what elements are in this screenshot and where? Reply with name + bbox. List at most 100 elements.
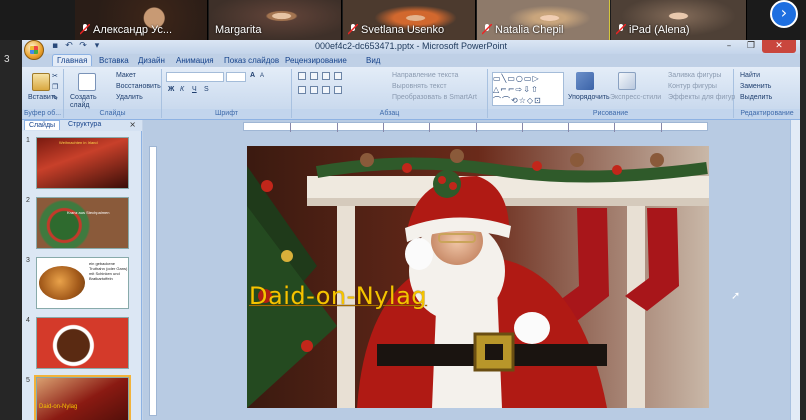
slide-thumbnail-1[interactable]: Weihnachten in Irland xyxy=(36,137,129,189)
slide-title-text[interactable]: Daid-on-Nylag xyxy=(249,282,427,310)
group-paragraph: Направление текста Выровнять текст Преоб… xyxy=(292,69,488,118)
ribbon-tabs: Главная Вставка Дизайн Анимация Показ сл… xyxy=(22,54,800,67)
group-label: Буфер об... xyxy=(22,109,63,118)
decrease-indent-icon[interactable] xyxy=(322,72,330,80)
quick-styles-button[interactable]: Экспресс-стили xyxy=(610,94,661,101)
participant-tile-speaking[interactable]: Natalia Chepil xyxy=(477,0,610,40)
window-controls: – ❐ ✕ xyxy=(718,40,796,53)
new-slide-button[interactable]: Создать слайд xyxy=(70,94,110,110)
align-right-icon[interactable] xyxy=(322,86,330,94)
slide-number: 3 xyxy=(26,257,30,264)
tab-outline[interactable]: Структура xyxy=(64,120,105,129)
grow-font-button[interactable]: A xyxy=(250,72,255,79)
tab-home[interactable]: Главная xyxy=(52,54,93,66)
align-left-icon[interactable] xyxy=(298,86,306,94)
underline-button[interactable]: Ч xyxy=(192,86,197,93)
bold-button[interactable]: Ж xyxy=(168,86,174,93)
slide-thumbnail-5[interactable]: Daid-on-Nylag xyxy=(34,375,131,420)
italic-button[interactable]: К xyxy=(180,86,184,93)
slide-thumbnail-3[interactable]: ein gebackene Truthahn (oder Gans) mit S… xyxy=(36,257,129,309)
zoom-participant-strip: Александр Ус... Margarita Svetlana Usenk… xyxy=(0,0,806,40)
pane-close-icon[interactable]: × xyxy=(129,120,136,129)
tab-slideshow[interactable]: Показ слайдов xyxy=(220,55,283,66)
arrange-icon[interactable] xyxy=(576,72,594,90)
arrange-button[interactable]: Упорядочить xyxy=(568,94,610,101)
tab-view[interactable]: Вид xyxy=(362,55,384,66)
screen: Александр Ус... Margarita Svetlana Usenk… xyxy=(0,0,806,420)
tab-slides[interactable]: Слайды xyxy=(24,120,61,130)
justify-icon[interactable] xyxy=(334,86,342,94)
delete-button[interactable]: Удалить xyxy=(116,94,143,101)
bullets-icon[interactable] xyxy=(298,72,306,80)
text-direction-button[interactable]: Направление текста xyxy=(392,72,458,79)
format-painter-icon[interactable]: ✎ xyxy=(52,94,58,102)
participant-tile[interactable]: Margarita xyxy=(209,0,342,40)
font-size-combo[interactable] xyxy=(226,72,246,82)
title-bar: ▪ ↶ ↷ ▾ 000ef4c2-dc653471.pptx - Microso… xyxy=(22,40,800,60)
find-button[interactable]: Найти xyxy=(740,72,760,79)
slide-number: 1 xyxy=(26,137,30,144)
align-text-button[interactable]: Выровнять текст xyxy=(392,83,447,90)
vertical-scrollbar[interactable] xyxy=(790,120,800,420)
ribbon: Вставить ✂ ❐ ✎ Буфер об... Создать слайд… xyxy=(22,67,800,120)
reset-button[interactable]: Восстановить xyxy=(116,83,161,90)
shapes-gallery[interactable]: ▭╲▭○▭▷ △⌐⌐⇨⇩⇧ ⌒⌒⟲☆◇⊡ xyxy=(492,72,564,106)
slide-thumbnail-4[interactable] xyxy=(36,317,129,369)
slides-pane: 1 Weihnachten in Irland 2 Kranz aus Stec… xyxy=(22,131,142,420)
share-right-margin xyxy=(800,40,806,420)
next-participants-button[interactable]: › xyxy=(770,0,798,28)
increase-indent-icon[interactable] xyxy=(334,72,342,80)
participant-name: Svetlana Usenko xyxy=(361,24,445,36)
group-label: Шрифт xyxy=(162,109,291,118)
replace-button[interactable]: Заменить xyxy=(740,83,771,90)
copy-icon[interactable]: ❐ xyxy=(52,83,58,91)
strikethrough-button[interactable]: S xyxy=(204,86,209,93)
slide-thumbnail-2[interactable]: Kranz aus Stechpalmen xyxy=(36,197,129,249)
group-label: Редактирование xyxy=(734,109,800,118)
shape-effects-button[interactable]: Эффекты для фигур xyxy=(668,94,735,101)
maximize-button[interactable]: ❐ xyxy=(740,40,762,53)
tab-insert[interactable]: Вставка xyxy=(95,55,133,66)
tab-review[interactable]: Рецензирование xyxy=(281,55,351,66)
mouse-cursor-icon: ➚ xyxy=(731,289,741,302)
share-left-margin: 3 xyxy=(0,40,22,420)
participant-name: Margarita xyxy=(215,24,262,36)
participant-name: Александр Ус... xyxy=(93,24,173,36)
select-button[interactable]: Выделить xyxy=(740,94,772,101)
muted-mic-icon xyxy=(348,24,358,35)
participant-tile[interactable]: Svetlana Usenko xyxy=(343,0,476,40)
thumbnail-text: Kranz aus Stechpalmen xyxy=(67,210,110,215)
thumbnail-text: Weihnachten in Irland xyxy=(59,140,98,145)
slide-canvas[interactable]: Daid-on-Nylag xyxy=(247,146,709,408)
cut-icon[interactable]: ✂ xyxy=(52,72,58,80)
minimize-button[interactable]: – xyxy=(718,40,740,53)
align-center-icon[interactable] xyxy=(310,86,318,94)
thumbnail-text: Daid-on-Nylag xyxy=(39,404,78,410)
shape-fill-button[interactable]: Заливка фигуры xyxy=(668,72,721,79)
participant-tile[interactable]: iPad (Alena) xyxy=(611,0,747,40)
slide-number: 4 xyxy=(26,317,30,324)
tab-animation[interactable]: Анимация xyxy=(172,55,218,66)
shape-outline-button[interactable]: Контур фигуры xyxy=(668,83,717,90)
muted-mic-icon xyxy=(482,24,492,35)
group-slides: Создать слайд Макет Восстановить Удалить… xyxy=(64,69,162,118)
office-button[interactable] xyxy=(24,40,44,60)
font-name-combo[interactable] xyxy=(166,72,224,82)
smartart-button[interactable]: Преобразовать в SmartArt xyxy=(392,94,477,101)
group-drawing: ▭╲▭○▭▷ △⌐⌐⇨⇩⇧ ⌒⌒⟲☆◇⊡ Упорядочить Экспрес… xyxy=(488,69,735,118)
new-slide-icon[interactable] xyxy=(78,73,96,91)
slide-number: 5 xyxy=(26,377,30,384)
layout-button[interactable]: Макет xyxy=(116,72,136,79)
group-label: Слайды xyxy=(64,109,161,118)
numbering-icon[interactable] xyxy=(310,72,318,80)
group-label: Рисование xyxy=(488,109,733,118)
santa-photo xyxy=(247,146,709,408)
horizontal-ruler xyxy=(243,122,708,132)
quick-styles-icon[interactable] xyxy=(618,72,636,90)
shrink-font-button[interactable]: A xyxy=(260,73,264,79)
tab-design[interactable]: Дизайн xyxy=(134,55,169,66)
participant-tile[interactable]: Александр Ус... xyxy=(75,0,208,40)
close-button[interactable]: ✕ xyxy=(762,40,796,53)
paste-icon[interactable] xyxy=(32,73,50,91)
muted-mic-icon xyxy=(80,24,90,35)
